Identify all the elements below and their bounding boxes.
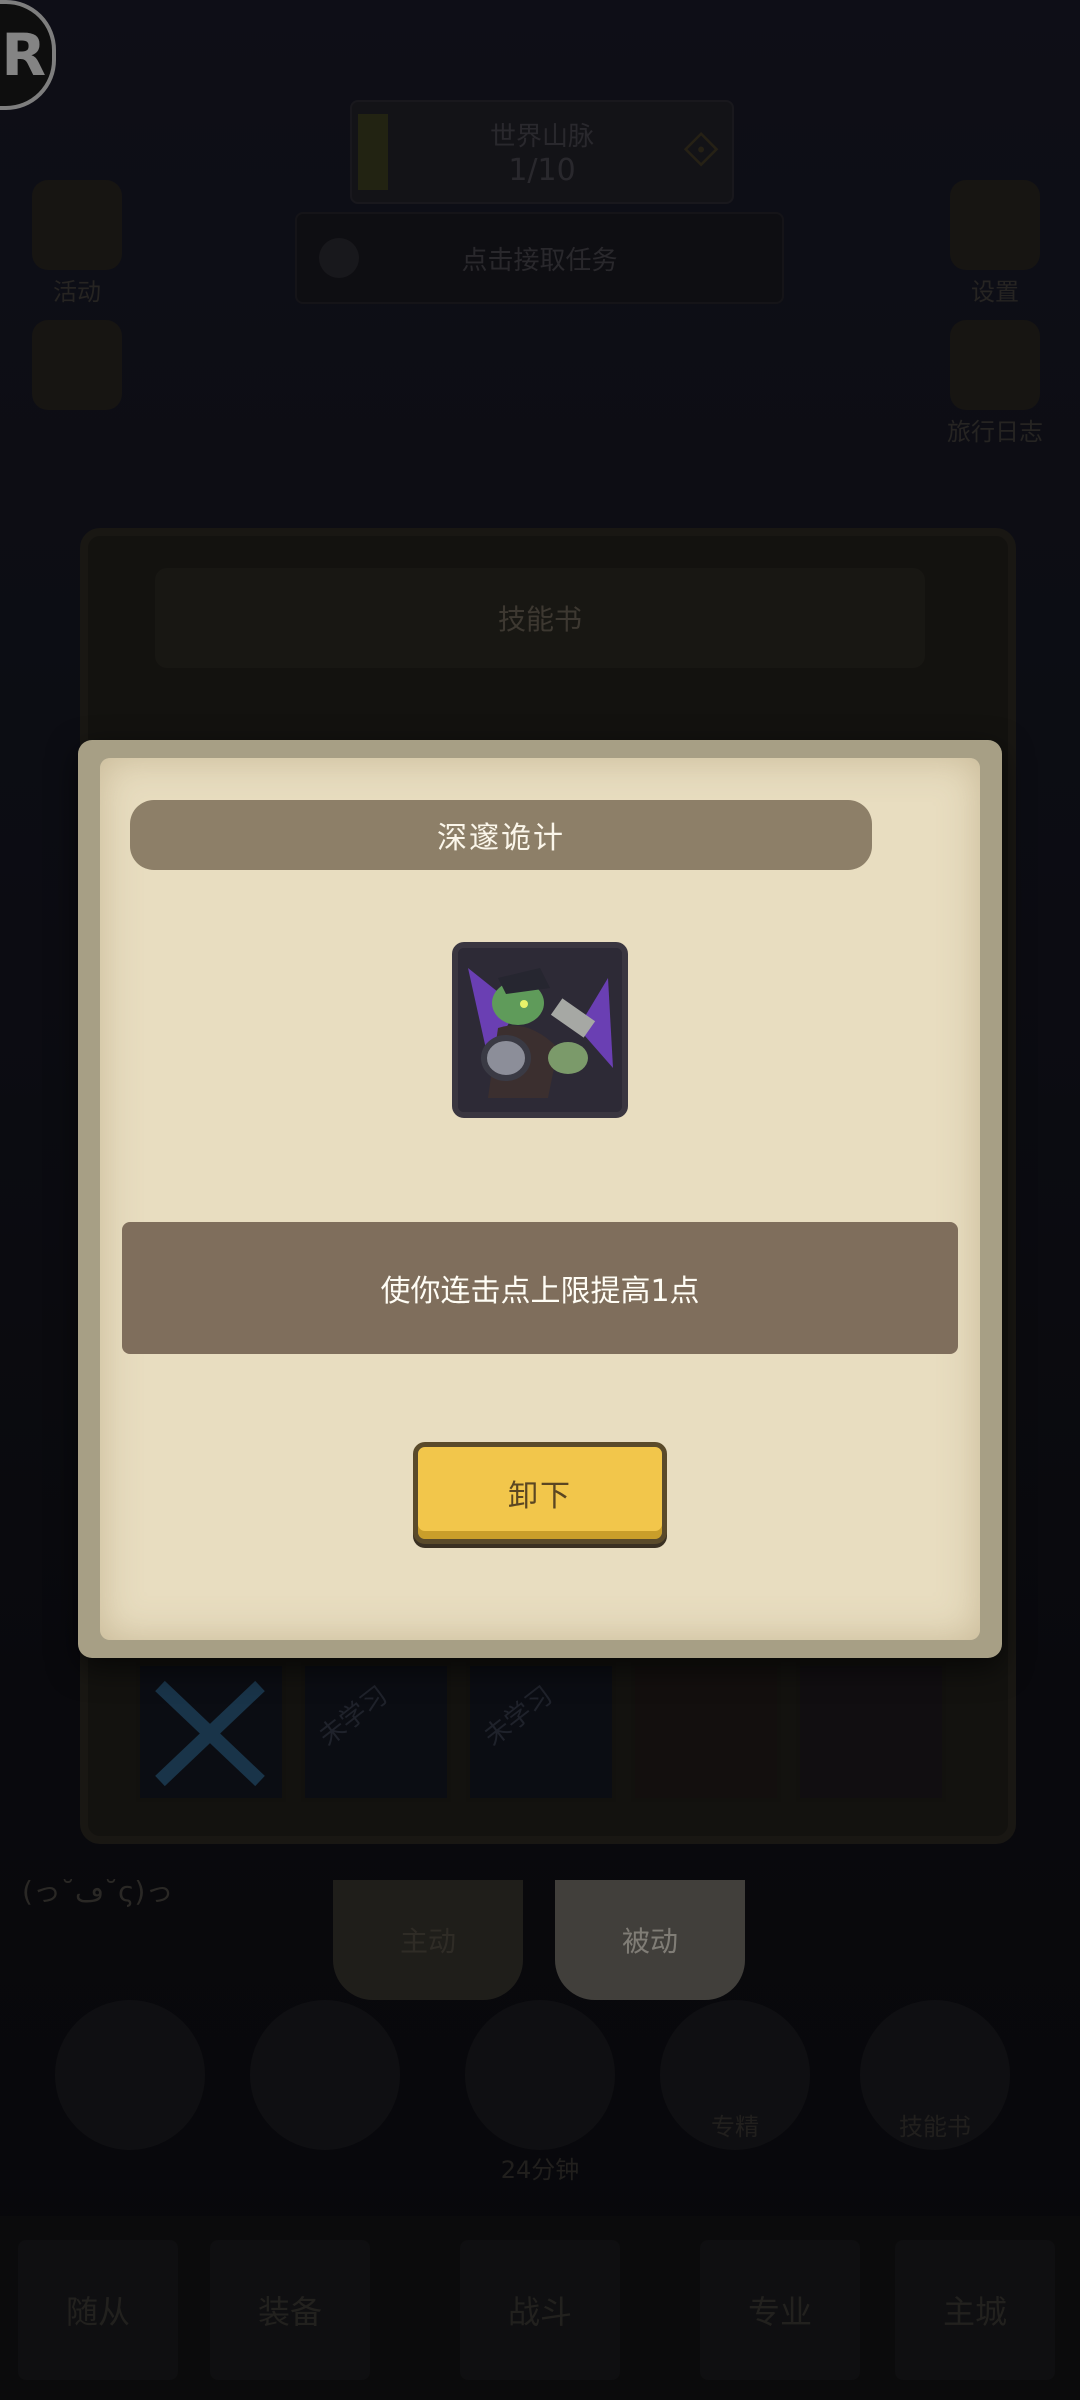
- world-progress-box[interactable]: 世界山脉 1/10 ⟐: [350, 100, 734, 204]
- world-progress-bar: [358, 114, 388, 190]
- events-icon: [32, 180, 122, 270]
- goblin-rogue-icon: [452, 942, 628, 1118]
- events-button[interactable]: 活动: [22, 180, 132, 307]
- world-arrow-icon[interactable]: ⟐: [682, 122, 720, 179]
- skill-description-bar: 使你连击点上限提高1点: [122, 1222, 958, 1354]
- nav-profession-label: 专业: [747, 2293, 812, 2331]
- player-name: (っ˘ڡ˘ς)っ: [22, 1875, 174, 1908]
- record-label: R: [1, 21, 46, 89]
- skill-book-button[interactable]: 技能书: [860, 2000, 1010, 2150]
- skill-slot-5[interactable]: [796, 1662, 946, 1802]
- quest-icon: [32, 320, 122, 410]
- skill-description: 使你连击点上限提高1点: [380, 1274, 700, 1309]
- skill-title: 深邃诡计: [437, 821, 565, 856]
- specialization-label: 专精: [711, 2113, 759, 2141]
- crossed-swords-icon: [155, 1680, 265, 1787]
- menu-circle-3[interactable]: [465, 2000, 615, 2150]
- nav-followers-label: 随从: [65, 2293, 130, 2331]
- skill-book-title: 技能书: [497, 603, 582, 636]
- nav-main-city[interactable]: 主城: [895, 2240, 1055, 2380]
- world-progress: 1/10: [508, 153, 576, 188]
- skill-slot-4[interactable]: [631, 1662, 781, 1802]
- skill-book-label: 技能书: [899, 2113, 971, 2141]
- nav-profession[interactable]: 专业: [700, 2240, 860, 2380]
- unequip-button-label: 卸下: [508, 1479, 572, 1514]
- events-label: 活动: [53, 278, 101, 306]
- task-label: 点击接取任务: [461, 245, 618, 276]
- skill-title-banner: 深邃诡计: [130, 800, 872, 870]
- skill-slot-2[interactable]: 未学习: [301, 1662, 451, 1802]
- book-icon: [950, 320, 1040, 410]
- unequip-button[interactable]: 卸下: [413, 1442, 667, 1544]
- nav-equipment-label: 装备: [257, 2293, 322, 2331]
- tab-active-label: 主动: [399, 1925, 456, 1958]
- settings-label: 设置: [971, 278, 1019, 306]
- nav-followers[interactable]: 随从: [18, 2240, 178, 2380]
- gear-icon: [950, 180, 1040, 270]
- menu-circle-2[interactable]: [250, 2000, 400, 2150]
- slot-not-learned-label: 未学习: [313, 1680, 394, 1753]
- menu-circle-1[interactable]: [55, 2000, 205, 2150]
- timer-text: 24分钟: [500, 2156, 580, 2184]
- slot-not-learned-label: 未学习: [478, 1680, 559, 1753]
- world-title: 世界山脉: [489, 122, 594, 152]
- skill-book-header: 技能书: [155, 568, 925, 668]
- tab-active-skills[interactable]: 主动: [333, 1880, 523, 2000]
- tab-passive-skills[interactable]: 被动: [555, 1880, 745, 2000]
- tab-passive-label: 被动: [621, 1925, 678, 1958]
- nav-main-city-label: 主城: [942, 2293, 1007, 2331]
- nav-equipment[interactable]: 装备: [210, 2240, 370, 2380]
- skill-slot-1[interactable]: [136, 1662, 286, 1802]
- task-icon: [319, 238, 359, 278]
- skill-slot-3[interactable]: 未学习: [466, 1662, 616, 1802]
- travel-log-button[interactable]: 旅行日志: [940, 320, 1050, 447]
- accept-task-button[interactable]: 点击接取任务: [295, 212, 784, 304]
- settings-button[interactable]: 设置: [940, 180, 1050, 307]
- nav-battle[interactable]: 战斗: [460, 2240, 620, 2380]
- travel-log-label: 旅行日志: [947, 418, 1043, 446]
- specialization-button[interactable]: 专精: [660, 2000, 810, 2150]
- quest-button[interactable]: [22, 320, 132, 412]
- nav-battle-label: 战斗: [507, 2293, 572, 2331]
